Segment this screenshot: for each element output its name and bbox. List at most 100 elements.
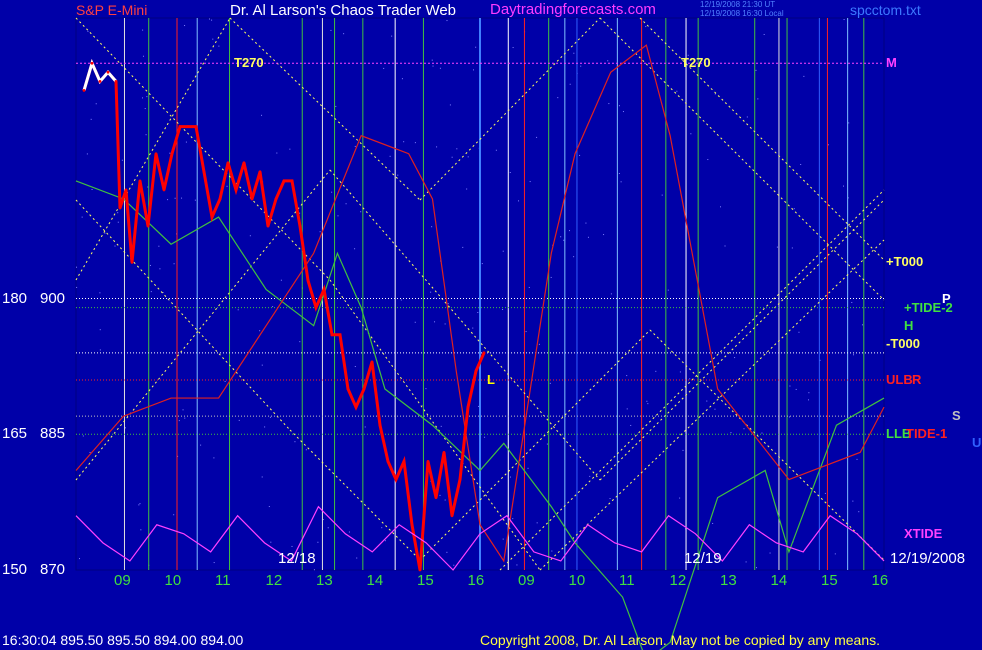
- background-dot: [147, 186, 149, 188]
- background-dot: [843, 185, 845, 187]
- background-dot: [791, 247, 793, 249]
- background-dot: [403, 141, 405, 143]
- background-dot: [226, 185, 228, 187]
- background-dot: [194, 199, 196, 201]
- background-dot: [466, 188, 468, 190]
- gann-diagonal-line: [75, 169, 331, 481]
- background-dot: [776, 246, 778, 248]
- background-dot: [354, 145, 356, 147]
- background-dot: [589, 475, 591, 477]
- background-dot: [268, 506, 270, 508]
- background-dot: [446, 551, 448, 553]
- background-dot: [436, 146, 438, 148]
- background-dot: [213, 457, 215, 459]
- price-point: [250, 197, 254, 201]
- background-dot: [270, 541, 272, 543]
- x-tick-label: 09: [518, 572, 535, 589]
- background-dot: [305, 449, 307, 451]
- background-dot: [690, 133, 692, 135]
- data-filename: spcctom.txt: [850, 2, 921, 18]
- background-dot: [269, 416, 271, 418]
- background-dot: [679, 497, 681, 499]
- background-dot: [509, 476, 511, 478]
- background-dot: [95, 103, 97, 105]
- background-dot: [261, 476, 263, 478]
- background-dot: [89, 451, 91, 453]
- background-dot: [484, 436, 486, 438]
- price-point: [234, 188, 238, 192]
- price-series: [82, 58, 486, 571]
- background-dot: [364, 426, 366, 428]
- background-dot: [502, 250, 504, 252]
- background-dot: [213, 562, 215, 564]
- price-point: [258, 170, 262, 174]
- background-dot: [808, 399, 810, 401]
- price-point: [290, 179, 294, 183]
- price-point: [482, 351, 486, 355]
- background-dot: [145, 134, 147, 136]
- price-point: [194, 125, 198, 128]
- gann-diagonal-line: [75, 17, 231, 281]
- background-dot: [146, 96, 148, 98]
- website-link[interactable]: Daytradingforecasts.com: [490, 1, 656, 18]
- background-dot: [502, 538, 504, 540]
- background-dot: [142, 55, 144, 57]
- right-level-label: -T000: [886, 335, 920, 351]
- price-point: [90, 61, 94, 65]
- background-dot: [82, 435, 84, 437]
- background-dot: [512, 518, 514, 520]
- background-dot: [140, 529, 142, 531]
- background-dot: [861, 324, 863, 326]
- background-dot: [294, 441, 296, 443]
- x-tick-label: 16: [871, 572, 889, 589]
- background-dot: [848, 122, 850, 124]
- background-dot: [655, 370, 657, 372]
- background-dot: [299, 341, 301, 343]
- background-dot: [356, 557, 358, 559]
- background-dot: [317, 541, 319, 543]
- background-dot: [536, 136, 538, 138]
- right-level-label: R: [912, 371, 922, 387]
- background-dot: [757, 98, 759, 100]
- y-tick-angle: 165: [2, 425, 28, 443]
- y-tick-angle: 180: [2, 289, 28, 307]
- background-dot: [117, 212, 119, 214]
- background-dot: [579, 154, 581, 156]
- price-point: [458, 478, 462, 481]
- price-point: [330, 333, 334, 337]
- background-dot: [414, 321, 416, 323]
- price-point: [130, 260, 134, 264]
- x-tick-label: 10: [164, 572, 182, 589]
- background-dot: [81, 216, 83, 218]
- timestamp-utc: 12/19/2008 21:30 UT: [700, 0, 776, 9]
- price-point: [124, 188, 128, 192]
- background-dot: [843, 19, 845, 21]
- background-dot: [563, 239, 565, 241]
- background-dot: [587, 236, 589, 238]
- right-level-label: ULB: [886, 371, 913, 387]
- x-tick-label: 13: [316, 572, 333, 589]
- price-point: [306, 279, 310, 282]
- background-dot: [827, 144, 829, 146]
- background-dot: [144, 108, 146, 110]
- background-dot: [472, 327, 474, 329]
- background-dot: [573, 256, 575, 258]
- background-dot: [512, 47, 514, 49]
- background-dot: [337, 215, 339, 217]
- price-point: [266, 224, 270, 228]
- background-dot: [546, 443, 548, 445]
- background-dot: [769, 552, 771, 554]
- price-point: [474, 369, 478, 373]
- y-tick-price: 900: [40, 289, 66, 307]
- background-dot: [622, 111, 624, 113]
- background-dot: [557, 97, 559, 99]
- chart-plot: [75, 17, 885, 650]
- chart-title: Dr. Al Larson's Chaos Trader Web: [230, 2, 457, 19]
- background-dot: [661, 194, 663, 196]
- background-dot: [549, 382, 551, 384]
- background-dot: [158, 245, 160, 247]
- background-dot: [383, 67, 385, 69]
- x-tick-label: 12: [669, 572, 687, 589]
- copyright-notice: Copyright 2008, Dr. Al Larson. May not b…: [480, 632, 881, 648]
- background-dot: [167, 199, 169, 201]
